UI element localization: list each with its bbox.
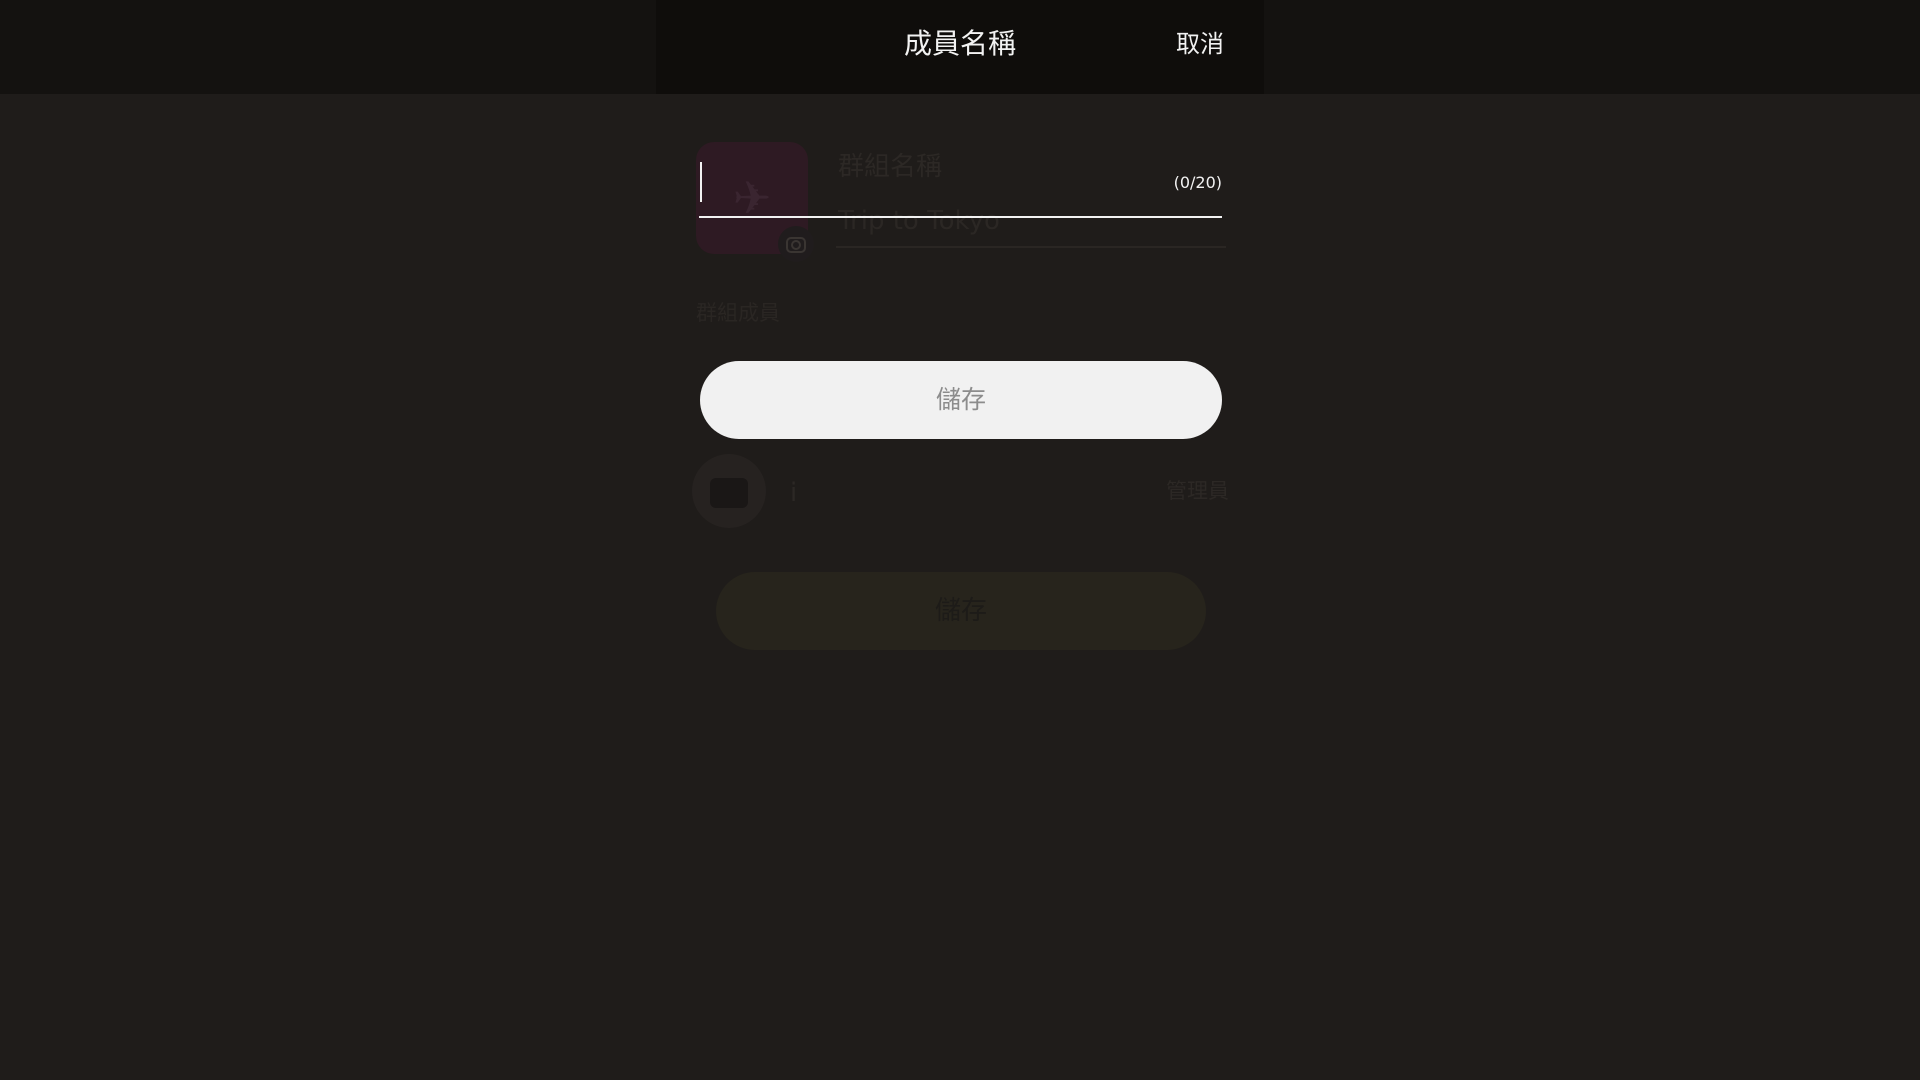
- camera-icon: [778, 226, 814, 262]
- members-section-label: 群組成員: [696, 301, 780, 325]
- member-name-input[interactable]: [699, 158, 1159, 204]
- member-avatar: [692, 454, 766, 528]
- group-name-underline: [836, 246, 1226, 248]
- text-caret: [700, 162, 702, 202]
- member-name-field[interactable]: (0/20): [699, 158, 1222, 220]
- member-name: i: [790, 478, 798, 508]
- input-underline: [699, 216, 1222, 218]
- member-role-badge: 管理員: [1166, 479, 1229, 503]
- character-counter: (0/20): [1173, 173, 1222, 192]
- background-save-button: 儲存: [716, 572, 1206, 650]
- member-avatar-image: [710, 478, 748, 508]
- save-button[interactable]: 儲存: [700, 361, 1222, 439]
